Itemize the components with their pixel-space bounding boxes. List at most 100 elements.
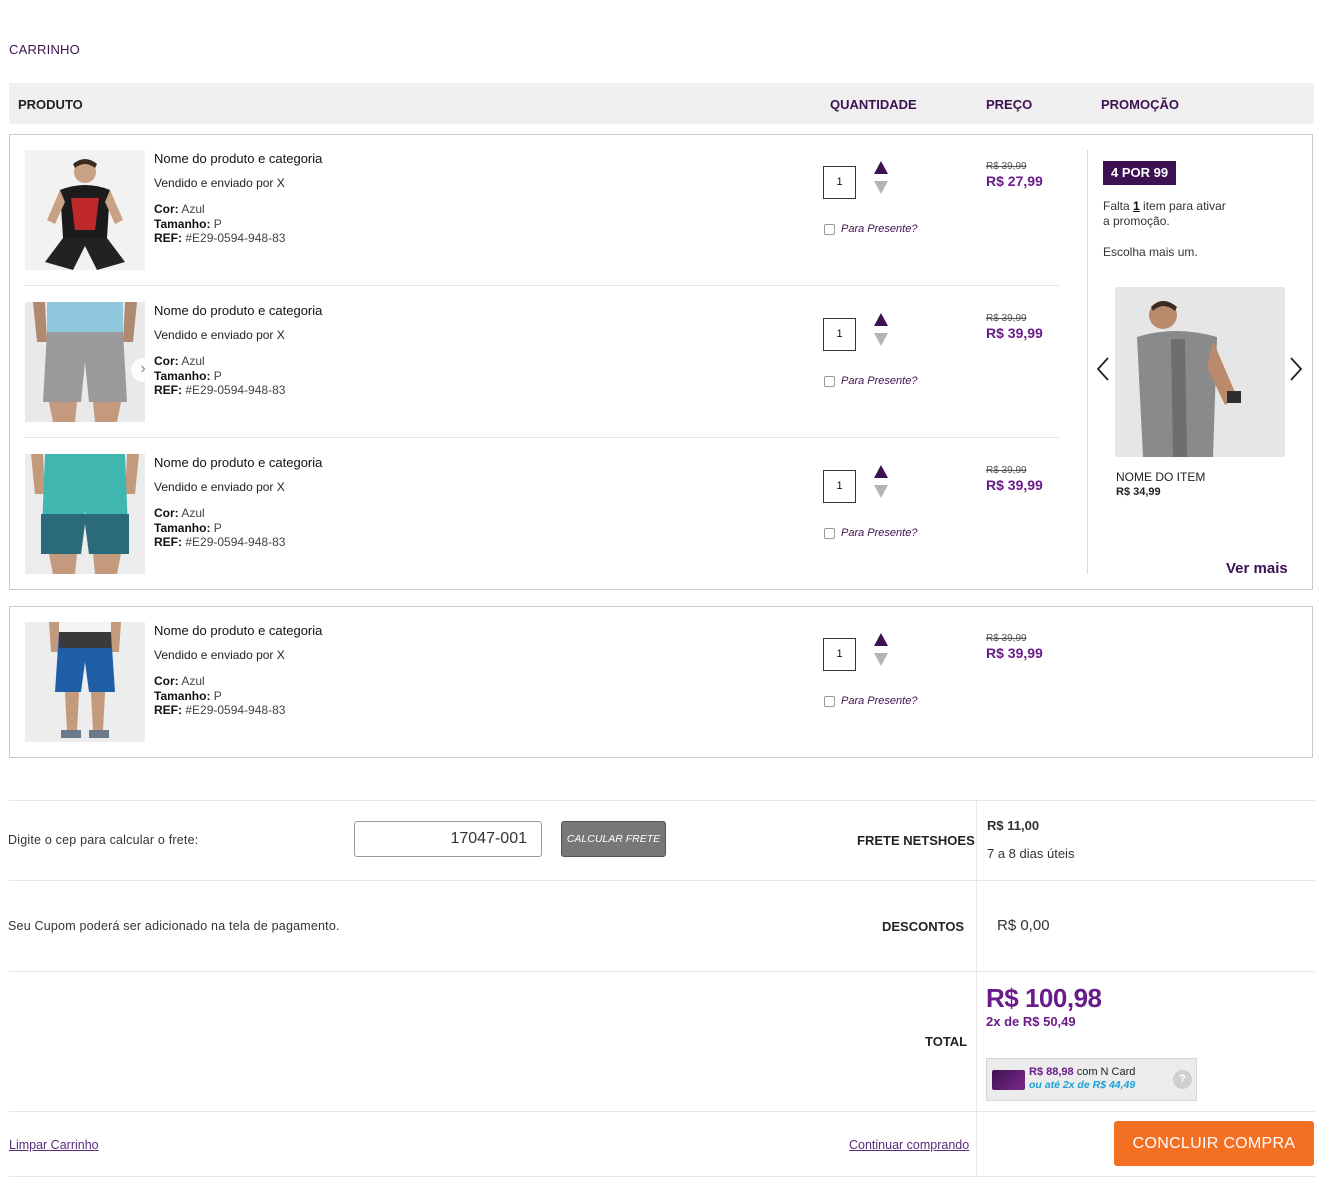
color-label: Cor: (154, 354, 179, 368)
gift-checkbox[interactable] (824, 376, 835, 387)
price-old: R$ 39,99 (986, 465, 1027, 476)
page-title: CARRINHO (9, 42, 80, 57)
promotion-missing-suffix: item para ativar (1139, 199, 1226, 213)
quantity-input[interactable]: 1 (823, 470, 856, 503)
product-attributes: Cor: Azul Tamanho: P REF: #E29-0594-948-… (154, 202, 285, 246)
carousel-prev-icon[interactable] (1096, 356, 1110, 389)
color-value: Azul (181, 354, 205, 368)
quantity-decrease-icon[interactable] (874, 485, 888, 498)
product-image[interactable] (25, 302, 145, 422)
size-label: Tamanho: (154, 688, 211, 703)
gift-label[interactable]: Para Presente? (841, 375, 917, 387)
quantity-decrease-icon[interactable] (874, 653, 888, 666)
shipping-label: FRETE NETSHOES (857, 833, 975, 848)
ref-label: REF: (154, 231, 182, 245)
discount-label: DESCONTOS (882, 919, 965, 934)
ncard-price: R$ 88,98 (1029, 1066, 1074, 1078)
promotion-missing-line2: a promoção. (1103, 214, 1170, 228)
size-label: Tamanho: (154, 520, 211, 535)
size-label: Tamanho: (154, 216, 211, 231)
header-price: PREÇO (986, 97, 1033, 112)
total-label: TOTAL (925, 1034, 968, 1049)
carousel-next-icon[interactable] (1289, 356, 1303, 389)
size-value: P (213, 368, 222, 383)
promotion-badge: 4 POR 99 (1103, 161, 1177, 185)
summary-divider (9, 800, 1315, 801)
promotion-item-name[interactable]: NOME DO ITEM (1116, 470, 1205, 484)
promotion-divider (1087, 150, 1088, 574)
size-value: P (213, 520, 222, 535)
summary-divider (9, 1176, 1315, 1177)
total-value: R$ 100,98 (986, 983, 1102, 1013)
cep-input[interactable]: 17047-001 (354, 821, 542, 857)
quantity-input[interactable]: 1 (823, 166, 856, 199)
gift-checkbox[interactable] (824, 224, 835, 235)
cep-prompt: Digite o cep para calcular o frete: (8, 833, 199, 847)
calculate-shipping-button[interactable]: CALCULAR FRETE (561, 821, 666, 857)
color-label: Cor: (154, 202, 179, 216)
quantity-increase-icon[interactable] (874, 465, 888, 478)
clear-cart-link[interactable]: Limpar Carrinho (9, 1138, 99, 1152)
gift-checkbox[interactable] (824, 696, 835, 707)
product-name[interactable]: Nome do produto e categoria (154, 151, 322, 166)
ncard-installments: ou até 2x de R$ 44,49 (1029, 1079, 1136, 1091)
help-icon[interactable]: ? (1173, 1070, 1192, 1089)
product-attributes: Cor: Azul Tamanho: P REF: #E29-0594-948-… (154, 354, 285, 398)
header-promotion: PROMOÇÃO (1101, 97, 1179, 112)
gift-label[interactable]: Para Presente? (841, 695, 917, 707)
promotion-missing-count: 1 (1133, 199, 1140, 213)
price-old: R$ 39,99 (986, 313, 1027, 324)
size-label: Tamanho: (154, 368, 211, 383)
quantity-input[interactable]: 1 (823, 318, 856, 351)
quantity-increase-icon[interactable] (874, 313, 888, 326)
quantity-increase-icon[interactable] (874, 161, 888, 174)
product-name[interactable]: Nome do produto e categoria (154, 623, 322, 638)
row-divider (25, 437, 1059, 438)
color-value: Azul (181, 202, 205, 216)
quantity-increase-icon[interactable] (874, 633, 888, 646)
continue-shopping-link[interactable]: Continuar comprando (849, 1138, 969, 1152)
header-product: PRODUTO (18, 97, 83, 112)
gift-checkbox[interactable] (824, 528, 835, 539)
size-value: P (213, 216, 222, 231)
checkout-button[interactable]: CONCLUIR COMPRA (1114, 1121, 1314, 1166)
summary-divider (9, 971, 1315, 972)
ref-value: #E29-0594-948-83 (185, 383, 286, 397)
quantity-decrease-icon[interactable] (874, 333, 888, 346)
gift-label[interactable]: Para Presente? (841, 527, 917, 539)
quantity-decrease-icon[interactable] (874, 181, 888, 194)
color-label: Cor: (154, 506, 179, 520)
ref-value: #E29-0594-948-83 (185, 703, 286, 717)
product-seller: Vendido e enviado por X (154, 176, 285, 190)
chevron-right-icon[interactable]: › (131, 358, 155, 382)
ref-label: REF: (154, 535, 182, 549)
product-name[interactable]: Nome do produto e categoria (154, 455, 322, 470)
shipping-price: R$ 11,00 (987, 818, 1040, 833)
see-more-link[interactable]: Ver mais (1226, 560, 1288, 577)
price-old: R$ 39,99 (986, 633, 1027, 644)
total-installments: 2x de R$ 50,49 (986, 1014, 1076, 1029)
gift-label[interactable]: Para Presente? (841, 223, 917, 235)
discount-value: R$ 0,00 (997, 917, 1050, 934)
promotion-choose-more: Escolha mais um. (1103, 245, 1198, 259)
product-image[interactable] (25, 622, 145, 742)
color-value: Azul (181, 506, 205, 520)
ref-label: REF: (154, 703, 182, 717)
header-quantity: QUANTIDADE (830, 97, 917, 112)
product-name[interactable]: Nome do produto e categoria (154, 303, 322, 318)
promotion-item-image[interactable] (1115, 287, 1285, 457)
price-old: R$ 39,99 (986, 161, 1027, 172)
row-divider (25, 285, 1059, 286)
ncard-offer[interactable]: R$ 88,98 com N Card ou até 2x de R$ 44,4… (986, 1058, 1197, 1101)
ref-value: #E29-0594-948-83 (185, 535, 286, 549)
coupon-note: Seu Cupom poderá ser adicionado na tela … (8, 919, 340, 933)
product-image[interactable] (25, 150, 145, 270)
summary-column-divider (976, 800, 977, 1176)
size-value: P (213, 688, 222, 703)
color-label: Cor: (154, 674, 179, 688)
quantity-input[interactable]: 1 (823, 638, 856, 671)
summary-divider (9, 880, 1315, 881)
color-value: Azul (181, 674, 205, 688)
shipping-time: 7 a 8 dias úteis (987, 846, 1075, 861)
product-image[interactable] (25, 454, 145, 574)
